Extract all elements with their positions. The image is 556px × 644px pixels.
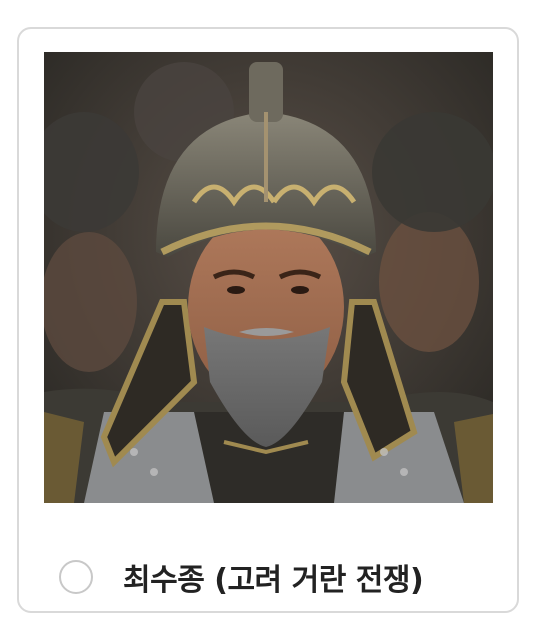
- option-row[interactable]: 최수종 (고려 거란 전쟁): [59, 551, 424, 603]
- portrait-image: [44, 52, 493, 503]
- radio-button[interactable]: [59, 560, 93, 594]
- answer-option-card[interactable]: 최수종 (고려 거란 전쟁): [17, 27, 519, 613]
- option-label: 최수종 (고려 거란 전쟁): [123, 563, 424, 598]
